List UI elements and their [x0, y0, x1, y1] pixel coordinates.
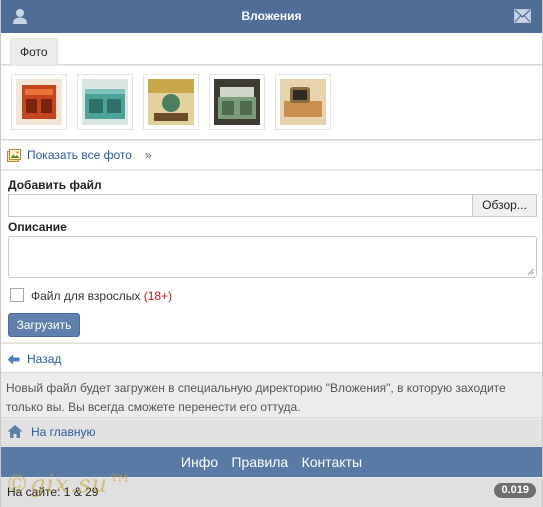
thumbnail-image [16, 79, 62, 125]
description-label: Описание [8, 220, 67, 234]
online-count: На сайте: 1 & 29 [7, 485, 99, 499]
generation-time-badge: 0.019 [494, 483, 536, 498]
thumbnail-image [280, 79, 326, 125]
file-label: Добавить файл [8, 178, 102, 192]
back-link[interactable]: Назад [27, 352, 61, 366]
pictures-icon [7, 149, 21, 162]
footer-link-contacts[interactable]: Контакты [302, 454, 362, 470]
footer-link-info[interactable]: Инфо [181, 454, 218, 470]
mail-icon[interactable] [514, 9, 531, 23]
thumbnail[interactable] [143, 74, 199, 130]
page-title: Вложения [241, 9, 302, 23]
adult-checkbox-label[interactable]: Файл для взрослых (18+) [31, 289, 172, 303]
page: Вложения Фото Показать все фото » Добави… [0, 0, 543, 507]
home-row[interactable]: На главную [1, 419, 542, 446]
home-icon [7, 425, 23, 438]
resize-grip-icon[interactable] [527, 268, 534, 275]
thumbnail[interactable] [77, 74, 133, 130]
home-link[interactable]: На главную [31, 425, 95, 439]
footer-link-rules[interactable]: Правила [231, 454, 288, 470]
thumbnail-strip [1, 66, 542, 140]
adult-badge: (18+) [143, 289, 173, 303]
thumbnail-image [148, 79, 194, 125]
show-all-photos-link[interactable]: Показать все фото [27, 148, 132, 162]
upload-button[interactable]: Загрузить [8, 313, 80, 337]
show-all-photos-row[interactable]: Показать все фото » [1, 141, 542, 170]
thumbnail[interactable] [275, 74, 331, 130]
header-bar: Вложения [1, 0, 542, 33]
thumbnail-image [82, 79, 128, 125]
thumbnail-image [214, 79, 260, 125]
back-row[interactable]: Назад [1, 343, 542, 373]
online-bar: На сайте: 1 & 29 0.019 [1, 478, 542, 507]
raquo-glyph: » [145, 148, 152, 162]
browse-button[interactable]: Обзор... [472, 195, 536, 216]
thumbnail[interactable] [11, 74, 67, 130]
info-text: Новый файл будет загружен в специальную … [1, 374, 542, 418]
tabs-bar: Фото [1, 33, 542, 65]
file-input[interactable]: Обзор... [8, 194, 537, 217]
tab-photo[interactable]: Фото [10, 38, 58, 65]
description-textarea[interactable] [8, 236, 537, 278]
back-arrow-icon [7, 354, 20, 365]
adult-label-text: Файл для взрослых [31, 289, 141, 303]
thumbnail[interactable] [209, 74, 265, 130]
footer-nav: Инфо Правила Контакты [1, 447, 542, 477]
adult-checkbox[interactable] [10, 288, 24, 302]
upload-form: Добавить файл Обзор... Описание Файл для… [1, 171, 542, 342]
